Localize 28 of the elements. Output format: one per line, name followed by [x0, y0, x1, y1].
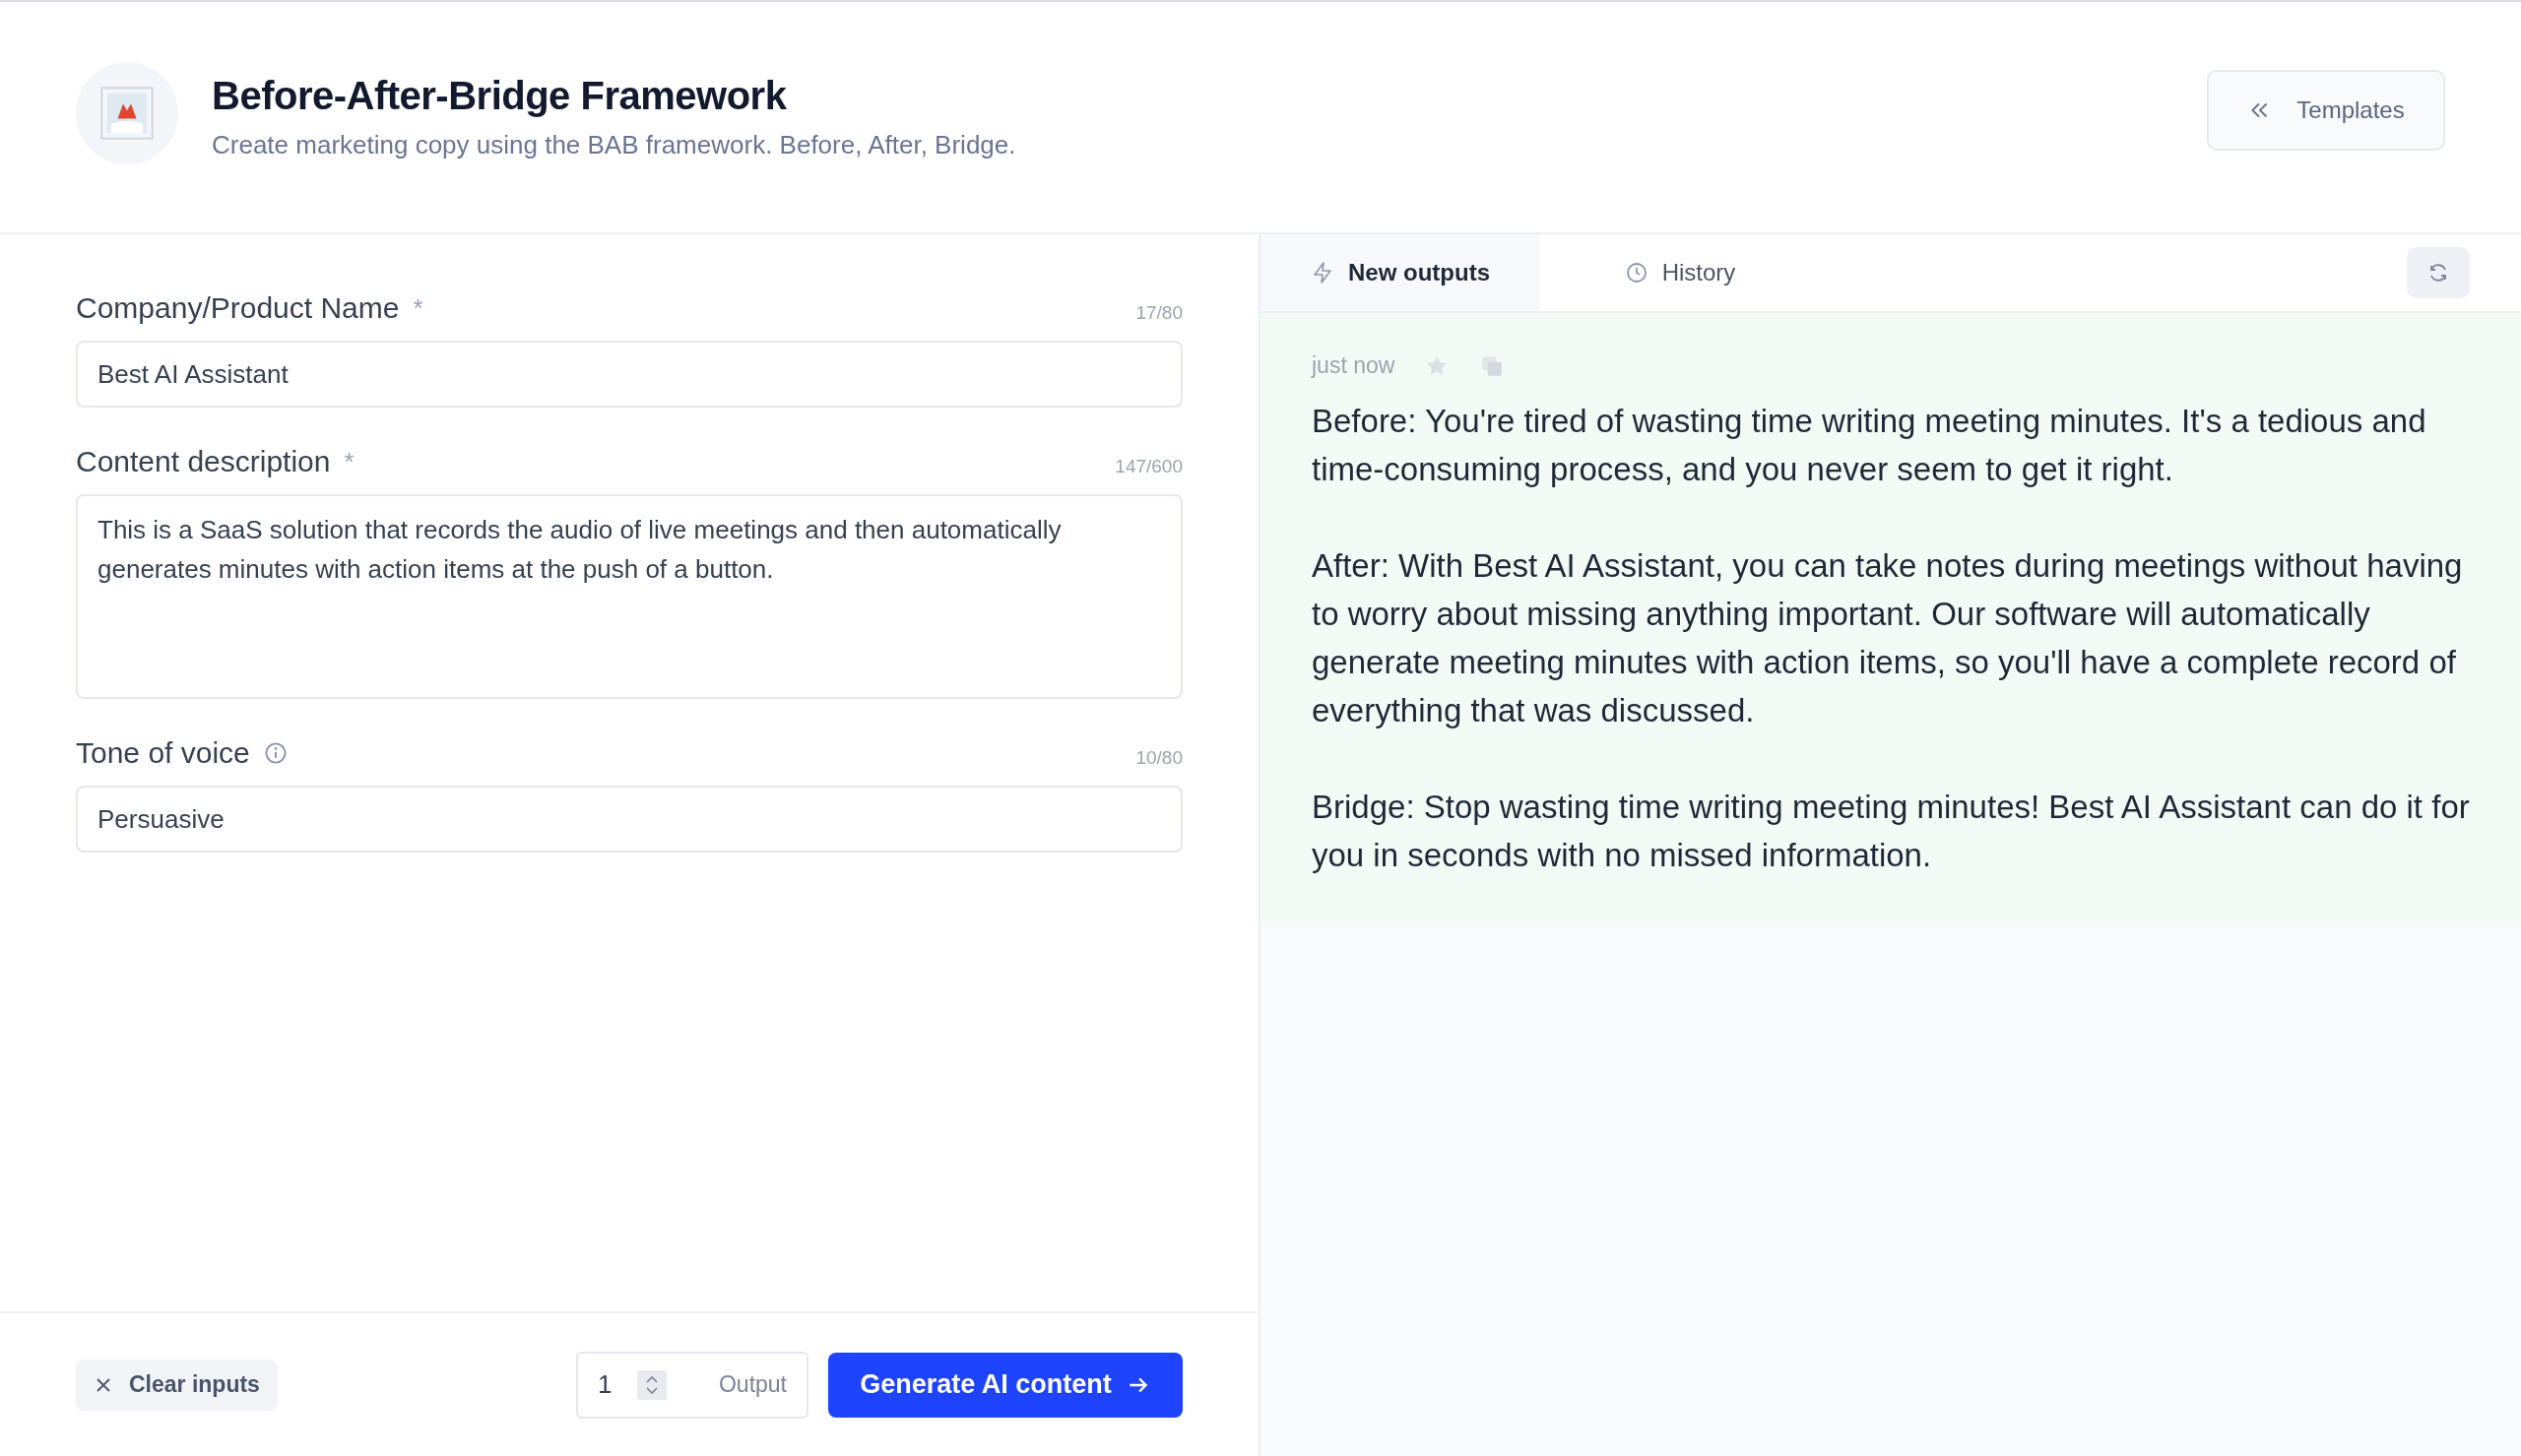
input-field[interactable]: This is a SaaS solution that records the audio of live meetings and then automatically generates minutes with action items at the push of a button. [76, 494, 1183, 699]
field-label: Content description [76, 445, 331, 478]
stepper-icon[interactable] [637, 1369, 668, 1400]
required-mark: * [344, 446, 355, 477]
output-tab[interactable]: New outputs [1260, 234, 1540, 311]
generate-button[interactable]: Generate AI content [828, 1352, 1183, 1418]
refresh-button[interactable] [2407, 247, 2470, 298]
character-counter: 17/80 [1135, 301, 1183, 324]
input-field[interactable]: Best AI Assistant [76, 341, 1183, 408]
field-label: Tone of voice [76, 736, 250, 770]
character-counter: 10/80 [1135, 746, 1183, 769]
clear-inputs-button[interactable]: Clear inputs [76, 1359, 278, 1411]
output-paragraph: After: With Best AI Assistant, you can take notes during meetings without having to worry about missing anything important. Our software will automatically generate meeting minutes with action items, so you'll have a complete record of everything that was discussed. [1312, 546, 2464, 730]
page-subtitle: Create marketing copy using the BAB framework. Before, After, Bridge. [212, 130, 1016, 160]
clock-icon [1624, 261, 1648, 285]
output-count-field[interactable]: 1 Output [576, 1351, 808, 1419]
page-title: Before-After-Bridge Framework [212, 74, 788, 118]
character-counter: 147/600 [1115, 455, 1183, 477]
timestamp: just now [1312, 352, 1395, 379]
output-paragraph: Bridge: Stop wasting time writing meeting minutes! Best AI Assistant can do it for you in seconds with no missed information. [1312, 788, 2470, 875]
required-mark: * [413, 292, 423, 324]
templates-button[interactable]: Templates [2207, 70, 2445, 151]
lightning-icon [1311, 261, 1334, 285]
info-icon[interactable] [263, 741, 288, 765]
input-field[interactable]: Persuasive [76, 786, 1183, 853]
picture-icon [100, 87, 154, 140]
output-paragraph: Before: You're tired of wasting time writing meeting minutes. It's a tedious and time-consuming process, and you never seem to get it right. [1312, 402, 2427, 489]
field-label: Company/Product Name [76, 291, 400, 325]
